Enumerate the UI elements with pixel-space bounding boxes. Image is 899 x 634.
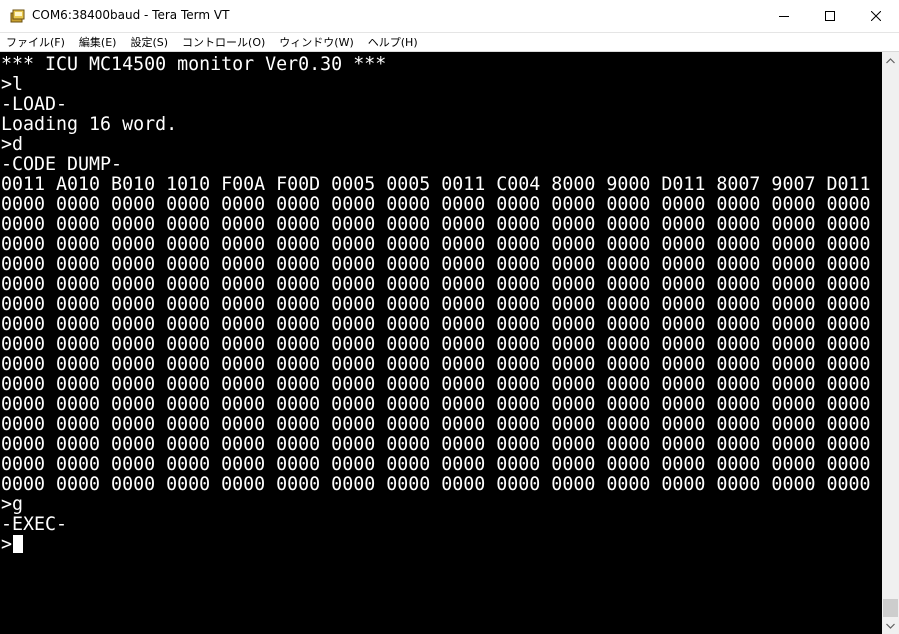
terminal-line-text: 0000 0000 0000 0000 0000 0000 0000 0000 … (1, 274, 871, 295)
terminal-line-text: *** ICU MC14500 monitor Ver0.30 *** (1, 54, 387, 75)
terminal-line: 0000 0000 0000 0000 0000 0000 0000 0000 … (1, 435, 871, 455)
terminal-line: > (1, 535, 871, 555)
terminal-line-text: 0000 0000 0000 0000 0000 0000 0000 0000 … (1, 434, 871, 455)
terminal-line-text: 0000 0000 0000 0000 0000 0000 0000 0000 … (1, 354, 871, 375)
terminal-line-text: 0000 0000 0000 0000 0000 0000 0000 0000 … (1, 294, 871, 315)
terminal-line: >g (1, 495, 871, 515)
terminal-line-text: 0000 0000 0000 0000 0000 0000 0000 0000 … (1, 334, 871, 355)
terminal-line: 0000 0000 0000 0000 0000 0000 0000 0000 … (1, 195, 871, 215)
terminal-line-text: -EXEC- (1, 514, 68, 535)
minimize-button[interactable] (761, 0, 807, 32)
terminal-line: 0000 0000 0000 0000 0000 0000 0000 0000 … (1, 415, 871, 435)
menu-bar: ファイル(F) 編集(E) 設定(S) コントロール(O) ウィンドウ(W) ヘ… (0, 33, 899, 52)
terminal-line: 0000 0000 0000 0000 0000 0000 0000 0000 … (1, 255, 871, 275)
maximize-button[interactable] (807, 0, 853, 32)
terminal-line-text: 0000 0000 0000 0000 0000 0000 0000 0000 … (1, 394, 871, 415)
terminal-screen[interactable]: *** ICU MC14500 monitor Ver0.30 *** >l -LO… (0, 52, 882, 634)
menu-edit[interactable]: 編集(E) (73, 34, 117, 50)
vertical-scrollbar[interactable] (882, 52, 899, 634)
menu-help[interactable]: ヘルプ(H) (362, 34, 418, 50)
terminal-line-text: 0000 0000 0000 0000 0000 0000 0000 0000 … (1, 254, 871, 275)
terminal-line: *** ICU MC14500 monitor Ver0.30 *** (1, 55, 871, 75)
terminal-line-text: 0000 0000 0000 0000 0000 0000 0000 0000 … (1, 374, 871, 395)
menu-file[interactable]: ファイル(F) (0, 34, 65, 50)
chevron-down-icon (886, 623, 895, 629)
terminal-line-text: 0000 0000 0000 0000 0000 0000 0000 0000 … (1, 414, 871, 435)
terminal-line-text: 0000 0000 0000 0000 0000 0000 0000 0000 … (1, 194, 871, 215)
terminal-line: 0011 A010 B010 1010 F00A F00D 0005 0005 … (1, 175, 871, 195)
menu-window[interactable]: ウィンドウ(W) (273, 34, 353, 50)
terminal-line: -EXEC- (1, 515, 871, 535)
title-bar[interactable]: COM6:38400baud - Tera Term VT (0, 0, 899, 33)
close-icon (871, 11, 881, 21)
terminal-line: >d (1, 135, 871, 155)
terminal-line: 0000 0000 0000 0000 0000 0000 0000 0000 … (1, 295, 871, 315)
minimize-icon (779, 16, 789, 17)
terminal-line-text: > (1, 534, 13, 555)
terminal-line-text: >l (1, 74, 24, 95)
menu-control[interactable]: コントロール(O) (176, 34, 265, 50)
terminal-line: 0000 0000 0000 0000 0000 0000 0000 0000 … (1, 395, 871, 415)
terminal-line-text: 0000 0000 0000 0000 0000 0000 0000 0000 … (1, 314, 871, 335)
terminal-line-text: >d (1, 134, 24, 155)
close-button[interactable] (853, 0, 899, 32)
terminal-line: 0000 0000 0000 0000 0000 0000 0000 0000 … (1, 315, 871, 335)
terminal-cursor (13, 535, 24, 553)
maximize-icon (825, 11, 835, 21)
scrollbar-thumb[interactable] (883, 599, 898, 617)
terminal-line: 0000 0000 0000 0000 0000 0000 0000 0000 … (1, 235, 871, 255)
terminal-line-text: -CODE DUMP- (1, 154, 123, 175)
terminal-line: Loading 16 word. (1, 115, 871, 135)
chevron-up-icon (886, 57, 895, 63)
terminal-line-text: 0011 A010 B010 1010 F00A F00D 0005 0005 … (1, 174, 871, 195)
terminal-line-text: 0000 0000 0000 0000 0000 0000 0000 0000 … (1, 474, 871, 495)
terminal-line: 0000 0000 0000 0000 0000 0000 0000 0000 … (1, 355, 871, 375)
terminal-line-text: -LOAD- (1, 94, 68, 115)
tera-term-app-icon[interactable] (10, 8, 26, 24)
terminal-line-text: 0000 0000 0000 0000 0000 0000 0000 0000 … (1, 234, 871, 255)
scroll-down-button[interactable] (882, 617, 899, 634)
window-title: COM6:38400baud - Tera Term VT (32, 8, 230, 22)
terminal-line-text: 0000 0000 0000 0000 0000 0000 0000 0000 … (1, 214, 871, 235)
tera-term-window: COM6:38400baud - Tera Term VT ファイル(F) 編集… (0, 0, 899, 634)
terminal-line: 0000 0000 0000 0000 0000 0000 0000 0000 … (1, 475, 871, 495)
terminal-line: 0000 0000 0000 0000 0000 0000 0000 0000 … (1, 275, 871, 295)
terminal-line: 0000 0000 0000 0000 0000 0000 0000 0000 … (1, 215, 871, 235)
terminal-line: 0000 0000 0000 0000 0000 0000 0000 0000 … (1, 335, 871, 355)
terminal-line: -LOAD- (1, 95, 871, 115)
terminal-line: 0000 0000 0000 0000 0000 0000 0000 0000 … (1, 455, 871, 475)
terminal-line-text: Loading 16 word. (1, 114, 178, 135)
terminal-line-text: 0000 0000 0000 0000 0000 0000 0000 0000 … (1, 454, 871, 475)
menu-setup[interactable]: 設定(S) (124, 34, 168, 50)
scroll-up-button[interactable] (882, 52, 899, 69)
terminal-line: 0000 0000 0000 0000 0000 0000 0000 0000 … (1, 375, 871, 395)
terminal-line-text: >g (1, 494, 24, 515)
terminal-line: -CODE DUMP- (1, 155, 871, 175)
terminal-line: >l (1, 75, 871, 95)
terminal-output: *** ICU MC14500 monitor Ver0.30 *** >l -LO… (1, 55, 871, 555)
